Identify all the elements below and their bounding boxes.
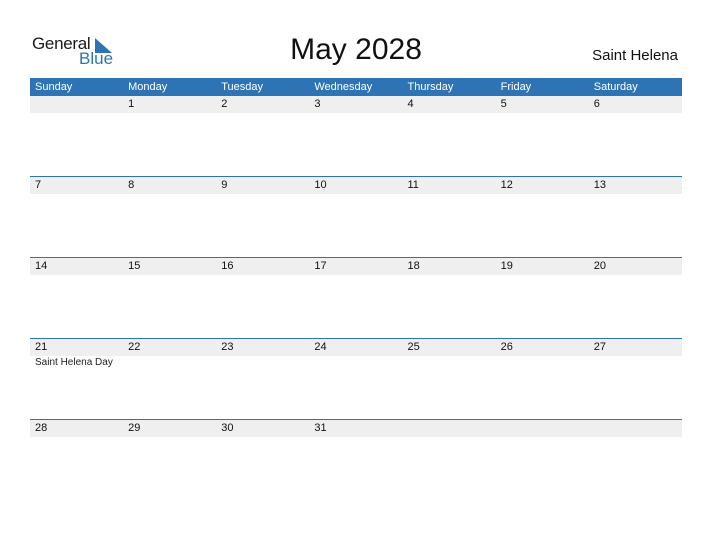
- day-number-strip: 1 2 3 4 5 6: [30, 96, 682, 113]
- day-number: 7: [35, 179, 42, 191]
- day-number-strip: 28 29 30 31: [30, 420, 682, 437]
- holiday-event: [496, 356, 589, 370]
- day-number: 16: [221, 260, 234, 272]
- day-number: 25: [407, 341, 420, 353]
- day-number: 14: [35, 260, 48, 272]
- day-number: 2: [221, 98, 228, 110]
- day-number: 4: [407, 98, 414, 110]
- weekday-monday: Monday: [128, 81, 168, 93]
- weekday-sunday: Sunday: [35, 81, 73, 93]
- day-number-strip: 14 15 16 17 18 19 20: [30, 258, 682, 275]
- day-number: [30, 96, 123, 113]
- day-number: 31: [314, 422, 327, 434]
- events-row: Saint Helena Day: [30, 356, 682, 370]
- week-row: 7 8 9 10 11 12 13: [30, 176, 682, 194]
- day-number: 5: [500, 98, 507, 110]
- day-number: 19: [500, 260, 513, 272]
- day-number: 9: [221, 179, 228, 191]
- day-number: 20: [593, 260, 606, 272]
- holiday-event: [216, 356, 309, 370]
- weekday-wednesday: Wednesday: [314, 81, 373, 93]
- day-number-strip: 21 22 23 24 25 26 27: [30, 339, 682, 356]
- country-name: Saint Helena: [592, 47, 678, 64]
- week-row: 1 2 3 4 5 6: [30, 96, 682, 113]
- day-number: 13: [593, 179, 606, 191]
- day-number: 1: [128, 98, 135, 110]
- weekday-tuesday: Tuesday: [221, 81, 264, 93]
- day-number: 18: [407, 260, 420, 272]
- day-number: 15: [128, 260, 141, 272]
- day-number: [589, 420, 682, 437]
- day-number: 6: [593, 98, 600, 110]
- day-number: 30: [221, 422, 234, 434]
- day-number: [496, 420, 589, 437]
- day-number: 8: [128, 179, 135, 191]
- weekday-friday: Friday: [500, 81, 532, 93]
- weekday-header: Sunday Monday Tuesday Wednesday Thursday…: [30, 78, 682, 96]
- day-number: 22: [128, 341, 141, 353]
- holiday-event: [589, 356, 682, 370]
- day-number: 10: [314, 179, 327, 191]
- day-number-strip: 7 8 9 10 11 12 13: [30, 177, 682, 194]
- day-number: 24: [314, 341, 327, 353]
- week-row: 28 29 30 31: [30, 419, 682, 437]
- week-row: 14 15 16 17 18 19 20: [30, 257, 682, 275]
- day-number: 17: [314, 260, 327, 272]
- day-number: 23: [221, 341, 234, 353]
- weekday-saturday: Saturday: [593, 81, 638, 93]
- day-number: 27: [593, 341, 606, 353]
- day-number: 28: [35, 422, 48, 434]
- holiday-event: [309, 356, 402, 370]
- day-number: 21: [35, 341, 48, 353]
- week-row: 21 22 23 24 25 26 27 Saint Helena Day: [30, 338, 682, 370]
- weekday-thursday: Thursday: [407, 81, 454, 93]
- holiday-event: [123, 356, 216, 370]
- holiday-event: [403, 356, 496, 370]
- day-number: 3: [314, 98, 321, 110]
- day-number: 12: [500, 179, 513, 191]
- day-number: [403, 420, 496, 437]
- holiday-event: Saint Helena Day: [35, 357, 113, 368]
- day-number: 29: [128, 422, 141, 434]
- day-number: 26: [500, 341, 513, 353]
- day-number: 11: [407, 179, 419, 191]
